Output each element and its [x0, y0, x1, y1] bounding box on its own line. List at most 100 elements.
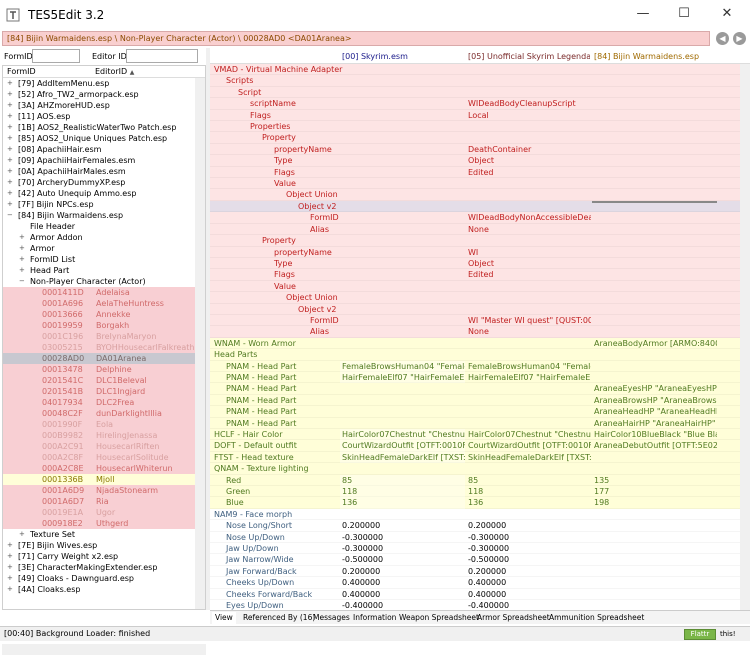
field-value-unofficial-patch[interactable]: -0.300000 — [466, 532, 591, 543]
field-value-unofficial-patch[interactable]: Object — [466, 258, 591, 269]
field-value-unofficial-patch[interactable]: WIDeadBodyNonAccessibleDeath... — [466, 212, 591, 223]
expand-icon[interactable]: + — [7, 122, 13, 133]
tree-row[interactable]: + [08] ApachiiHair.esm — [3, 144, 205, 155]
field-value-bijin-warmaidens[interactable]: AraneaDebutOutfit [OTFT:5E02E2... — [592, 440, 717, 451]
expand-icon[interactable]: + — [7, 133, 13, 144]
record-field-row[interactable]: Object v2 — [210, 200, 750, 213]
record-field-row[interactable]: PNAM - Head Part AraneaEyesHP "AraneaEyes… — [210, 383, 750, 395]
expand-icon[interactable]: + — [19, 265, 25, 276]
field-value-unofficial-patch[interactable]: HairColor07Chestnut "Chestnut" ... — [466, 429, 591, 440]
field-value-unofficial-patch[interactable]: 85 — [466, 475, 591, 486]
tab-armor-spreadsheet[interactable]: Armor Spreadsheet — [474, 612, 553, 624]
record-field-row[interactable]: NAM9 - Face morph — [210, 508, 750, 521]
record-field-row[interactable]: scriptName WIDeadBodyCleanupScript — [210, 98, 750, 110]
expand-icon[interactable]: + — [7, 177, 13, 188]
tree-row[interactable]: + [1B] AOS2_RealisticWaterTwo Patch.esp — [3, 122, 205, 133]
field-value-skyrim[interactable]: -0.300000 — [340, 532, 465, 543]
expand-icon[interactable]: + — [19, 232, 25, 243]
tree-row[interactable]: + [0A] ApachiiHairMales.esm — [3, 166, 205, 177]
tree-row[interactable]: 00019E1A Ugor — [3, 507, 205, 518]
tree-row[interactable]: + [79] AddItemMenu.esp — [3, 78, 205, 89]
tree-row[interactable]: 000918E2 Uthgerd — [3, 518, 205, 529]
record-field-row[interactable]: PNAM - Head Part FemaleBrowsHuman04 "Fema… — [210, 360, 750, 372]
formid-column-header[interactable]: FormID — [7, 67, 36, 76]
record-field-row[interactable]: DOFT - Default outfit CourtWizardOutfit [… — [210, 440, 750, 452]
tree-row[interactable]: 00019959 Borgakh — [3, 320, 205, 331]
expand-icon[interactable]: + — [7, 78, 13, 89]
flattr-button[interactable]: Flattr — [684, 629, 716, 640]
record-field-row[interactable]: FormID WI "Master WI quest" [QUST:0003... — [210, 314, 750, 327]
field-value-unofficial-patch[interactable]: FemaleBrowsHuman04 "FemaleB... — [466, 361, 591, 372]
field-value-skyrim[interactable]: 0.200000 — [340, 566, 465, 577]
record-field-row[interactable]: Jaw Up/Down -0.300000 -0.300000 — [210, 543, 750, 555]
record-field-row[interactable]: Red 85 85 135 — [210, 474, 750, 487]
record-field-row[interactable]: Property — [210, 235, 750, 247]
expand-icon[interactable]: + — [19, 243, 25, 254]
editorid-filter-input[interactable] — [126, 49, 198, 63]
record-field-row[interactable]: Head Parts — [210, 349, 750, 361]
field-value-bijin-warmaidens[interactable]: 198 — [592, 497, 717, 508]
record-field-row[interactable]: Nose Long/Short 0.200000 0.200000 — [210, 520, 750, 532]
field-value-unofficial-patch[interactable]: HairFemaleElf07 "HairFemaleElf07... — [466, 372, 591, 383]
record-field-row[interactable]: WNAM - Worn Armor AraneaBodyArmor [ARMO:8… — [210, 337, 750, 350]
field-value-skyrim[interactable]: HairColor07Chestnut "Chestnut" ... — [340, 429, 465, 441]
collapse-icon[interactable]: − — [19, 276, 25, 287]
record-field-row[interactable]: Properties — [210, 121, 750, 133]
field-value-skyrim[interactable]: 136 — [340, 497, 465, 509]
expand-icon[interactable]: + — [7, 111, 13, 122]
field-value-skyrim[interactable]: HairFemaleElf07 "HairFemaleElf07... — [340, 371, 465, 384]
field-value-skyrim[interactable]: 0.400000 — [340, 577, 465, 588]
tree-row[interactable]: + [11] AOS.esp — [3, 111, 205, 122]
maximize-button[interactable]: ☐ — [673, 5, 695, 25]
tree-row[interactable]: − [84] Bijin Warmaidens.esp — [3, 210, 205, 221]
tree-row[interactable]: 04017934 DLC2Frea — [3, 397, 205, 408]
tree-vertical-scrollbar[interactable] — [195, 78, 205, 609]
field-value-unofficial-patch[interactable]: Object — [466, 155, 591, 166]
expand-icon[interactable]: + — [7, 188, 13, 199]
field-value-unofficial-patch[interactable]: Local — [466, 110, 591, 121]
field-value-bijin-warmaidens[interactable]: HairColor10BlueBlack "Blue Black... — [592, 429, 717, 440]
record-field-row[interactable]: QNAM - Texture lighting — [210, 463, 750, 475]
column-header-skyrim[interactable]: [00] Skyrim.esm — [342, 52, 462, 61]
field-value-unofficial-patch[interactable]: Edited — [466, 269, 591, 280]
field-value-bijin-warmaidens[interactable]: AraneaEyesHP "AraneaEyesHP" [... — [592, 383, 717, 394]
tree-row[interactable]: + Armor — [3, 243, 205, 254]
expand-icon[interactable]: + — [7, 562, 13, 573]
tree-row[interactable]: + [7E] Bijin Wives.esp — [3, 540, 205, 551]
tree-row[interactable]: + [49] Cloaks - Dawnguard.esp — [3, 573, 205, 584]
field-value-bijin-warmaidens[interactable]: 135 — [592, 475, 717, 486]
record-field-row[interactable]: VMAD - Virtual Machine Adapter — [210, 64, 750, 76]
field-value-unofficial-patch[interactable]: SkinHeadFemaleDarkElf [TXST:00... — [466, 452, 591, 463]
record-field-row[interactable]: Object Union — [210, 292, 750, 304]
record-field-row[interactable]: Value — [210, 178, 750, 190]
tree-row[interactable]: 0001336B Mjoll — [3, 474, 205, 485]
field-value-bijin-warmaidens[interactable]: AraneaHeadHP "AraneaHeadHP" ... — [592, 406, 717, 417]
tree-row[interactable]: + [3E] CharacterMakingExtender.esp — [3, 562, 205, 573]
field-value-bijin-warmaidens[interactable]: AraneaBrowsHP "AraneaBrowsHP... — [592, 395, 717, 406]
record-field-row[interactable]: Scripts — [210, 75, 750, 87]
field-value-unofficial-patch[interactable]: None — [466, 224, 591, 235]
record-field-row[interactable]: Flags Edited — [210, 166, 750, 179]
record-field-row[interactable]: FormID WIDeadBodyNonAccessibleDeath... — [210, 212, 750, 224]
expand-icon[interactable]: + — [7, 584, 13, 595]
record-field-row[interactable]: Script — [210, 86, 750, 99]
record-field-row[interactable]: PNAM - Head Part AraneaHairHP "AraneaHair… — [210, 417, 750, 429]
tree-row[interactable]: + Head Part — [3, 265, 205, 276]
field-value-unofficial-patch[interactable]: WI "Master WI quest" [QUST:0003... — [466, 315, 591, 326]
tree-row[interactable]: 00013478 Delphine — [3, 364, 205, 375]
field-value-skyrim[interactable]: 118 — [340, 486, 465, 498]
editorid-column-header[interactable]: EditorID ▲ — [95, 67, 134, 76]
column-header-bijin-warmaidens[interactable]: [84] Bijin Warmaidens.esp — [594, 52, 718, 61]
tree-row[interactable]: + [3A] AHZmoreHUD.esp — [3, 100, 205, 111]
field-value-unofficial-patch[interactable]: -0.500000 — [466, 554, 591, 565]
tree-row[interactable]: 0001990F Eola — [3, 419, 205, 430]
tree-row[interactable]: 0001A6D9 NjadaStonearm — [3, 485, 205, 496]
record-field-row[interactable]: Blue 136 136 198 — [210, 497, 750, 509]
record-field-row[interactable]: Alias None — [210, 223, 750, 236]
tree-row[interactable]: + Armor Addon — [3, 232, 205, 243]
field-value-bijin-warmaidens[interactable] — [592, 200, 717, 203]
tree-row[interactable]: + [7F] Bijin NPCs.esp — [3, 199, 205, 210]
field-value-skyrim[interactable]: CourtWizardOutfit [OTFT:0010FE6... — [340, 440, 465, 452]
field-value-unofficial-patch[interactable]: None — [466, 326, 591, 337]
minimize-button[interactable]: — — [632, 5, 654, 25]
